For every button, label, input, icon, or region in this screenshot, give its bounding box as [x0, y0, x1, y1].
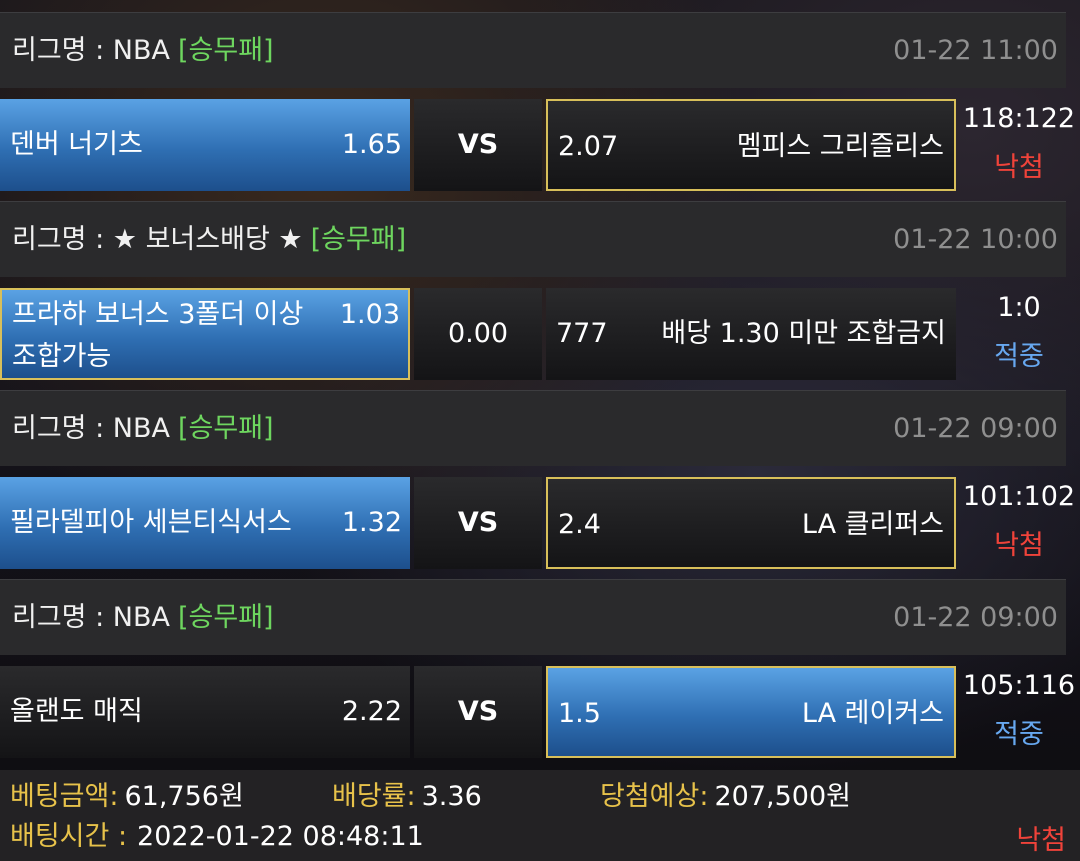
away-team-name: LA 클리퍼스 [801, 509, 944, 540]
draw-button[interactable]: VS [414, 477, 542, 569]
league-header: 리그명 : NBA [승무패] 01-22 09:00 [0, 390, 1066, 466]
away-odds: 777 [556, 318, 608, 349]
bet-type: [승무패] [310, 224, 407, 255]
away-team-button[interactable]: 2.07 멤피스 그리즐리스 [546, 99, 956, 191]
final-score: 105:116 [962, 670, 1076, 701]
match-row: 덴버 너기츠 1.65 VS 2.07 멤피스 그리즐리스 118:122 낙첨 [0, 99, 1080, 191]
match-row: 올랜도 매직 2.22 VS 1.5 LA 레이커스 105:116 적중 [0, 666, 1080, 758]
league-name: 리그명 : NBA [승무패] [12, 413, 274, 444]
bet-type: [승무패] [178, 602, 274, 633]
away-odds: 1.5 [558, 698, 601, 729]
away-team-button[interactable]: 1.5 LA 레이커스 [546, 666, 956, 758]
result-status: 낙첨 [994, 152, 1044, 183]
final-score: 1:0 [997, 292, 1041, 323]
draw-button[interactable]: VS [414, 666, 542, 758]
home-team-name: 덴버 너기츠 [10, 129, 143, 160]
bet-type: [승무패] [178, 413, 274, 444]
match-datetime: 01-22 09:00 [893, 602, 1058, 633]
match-result: 105:116 적중 [958, 666, 1080, 758]
away-odds: 2.4 [558, 509, 601, 540]
home-team-name: 프라하 보너스 3폴더 이상 조합가능 [12, 299, 304, 372]
vs-label: VS [457, 696, 499, 727]
bet-amount-value: 61,756원 [124, 781, 244, 812]
final-score: 101:102 [962, 481, 1076, 512]
bet-time: 배팅시간 :2022-01-22 08:48:11 [10, 821, 424, 852]
home-team-button[interactable]: 덴버 너기츠 1.65 [0, 99, 410, 191]
league-name: 리그명 : NBA [승무패] [12, 602, 274, 633]
match-result: 118:122 낙첨 [958, 99, 1080, 191]
bet-time-value: 2022-01-22 08:48:11 [137, 821, 424, 852]
bet-summary: 베팅금액: 61,756원 배당률: 3.36 당첨예상: 207,500원 배팅시간… [0, 770, 1080, 861]
league-name: 리그명 : NBA [승무패] [12, 35, 274, 66]
away-team-name: 배당 1.30 미만 조합금지 [661, 318, 946, 349]
home-odds: 1.32 [341, 507, 402, 538]
home-team-name: 필라델피아 세븐티식서스 [10, 507, 292, 538]
draw-odds: 0.00 [447, 318, 509, 349]
home-team-name: 올랜도 매직 [10, 696, 143, 727]
league-header: 리그명 : NBA [승무패] 01-22 09:00 [0, 579, 1066, 655]
expected-win-value: 207,500원 [714, 781, 851, 812]
league-header: 리그명 : NBA [승무패] 01-22 11:00 [0, 12, 1066, 88]
home-odds: 1.03 [339, 299, 400, 330]
match-result: 1:0 적중 [958, 288, 1080, 380]
match-row: 필라델피아 세븐티식서스 1.32 VS 2.4 LA 클리퍼스 101:102… [0, 477, 1080, 569]
match-result: 101:102 낙첨 [958, 477, 1080, 569]
draw-button[interactable]: 0.00 [414, 288, 542, 380]
match-row: 프라하 보너스 3폴더 이상 조합가능 1.03 0.00 777 배당 1.3… [0, 288, 1080, 380]
home-team-button[interactable]: 프라하 보너스 3폴더 이상 조합가능 1.03 [0, 288, 410, 380]
vs-label: VS [457, 507, 499, 538]
expected-win: 당첨예상: 207,500원 [600, 781, 851, 812]
league-header: 리그명 : ★ 보너스배당 ★ [승무패] 01-22 10:00 [0, 201, 1066, 277]
home-odds: 1.65 [341, 129, 402, 160]
result-status: 적중 [994, 341, 1044, 372]
away-team-button[interactable]: 777 배당 1.30 미만 조합금지 [546, 288, 956, 380]
draw-button[interactable]: VS [414, 99, 542, 191]
away-team-button[interactable]: 2.4 LA 클리퍼스 [546, 477, 956, 569]
match-datetime: 01-22 11:00 [893, 35, 1058, 66]
final-score: 118:122 [962, 103, 1076, 134]
away-odds: 2.07 [558, 131, 619, 162]
bet-type: [승무패] [178, 35, 274, 66]
home-team-button[interactable]: 올랜도 매직 2.22 [0, 666, 410, 758]
vs-label: VS [457, 129, 499, 160]
bet-amount: 베팅금액: 61,756원 [10, 781, 244, 812]
total-odds-value: 3.36 [421, 781, 482, 812]
total-odds: 배당률: 3.36 [332, 781, 482, 812]
bet-final-status: 낙첨 [1016, 825, 1066, 856]
home-odds: 2.22 [341, 696, 402, 727]
match-datetime: 01-22 10:00 [893, 224, 1058, 255]
result-status: 적중 [994, 719, 1044, 750]
league-name: 리그명 : ★ 보너스배당 ★ [승무패] [12, 224, 407, 255]
away-team-name: LA 레이커스 [801, 698, 944, 729]
result-status: 낙첨 [994, 530, 1044, 561]
home-team-button[interactable]: 필라델피아 세븐티식서스 1.32 [0, 477, 410, 569]
match-datetime: 01-22 09:00 [893, 413, 1058, 444]
away-team-name: 멤피스 그리즐리스 [736, 131, 944, 162]
